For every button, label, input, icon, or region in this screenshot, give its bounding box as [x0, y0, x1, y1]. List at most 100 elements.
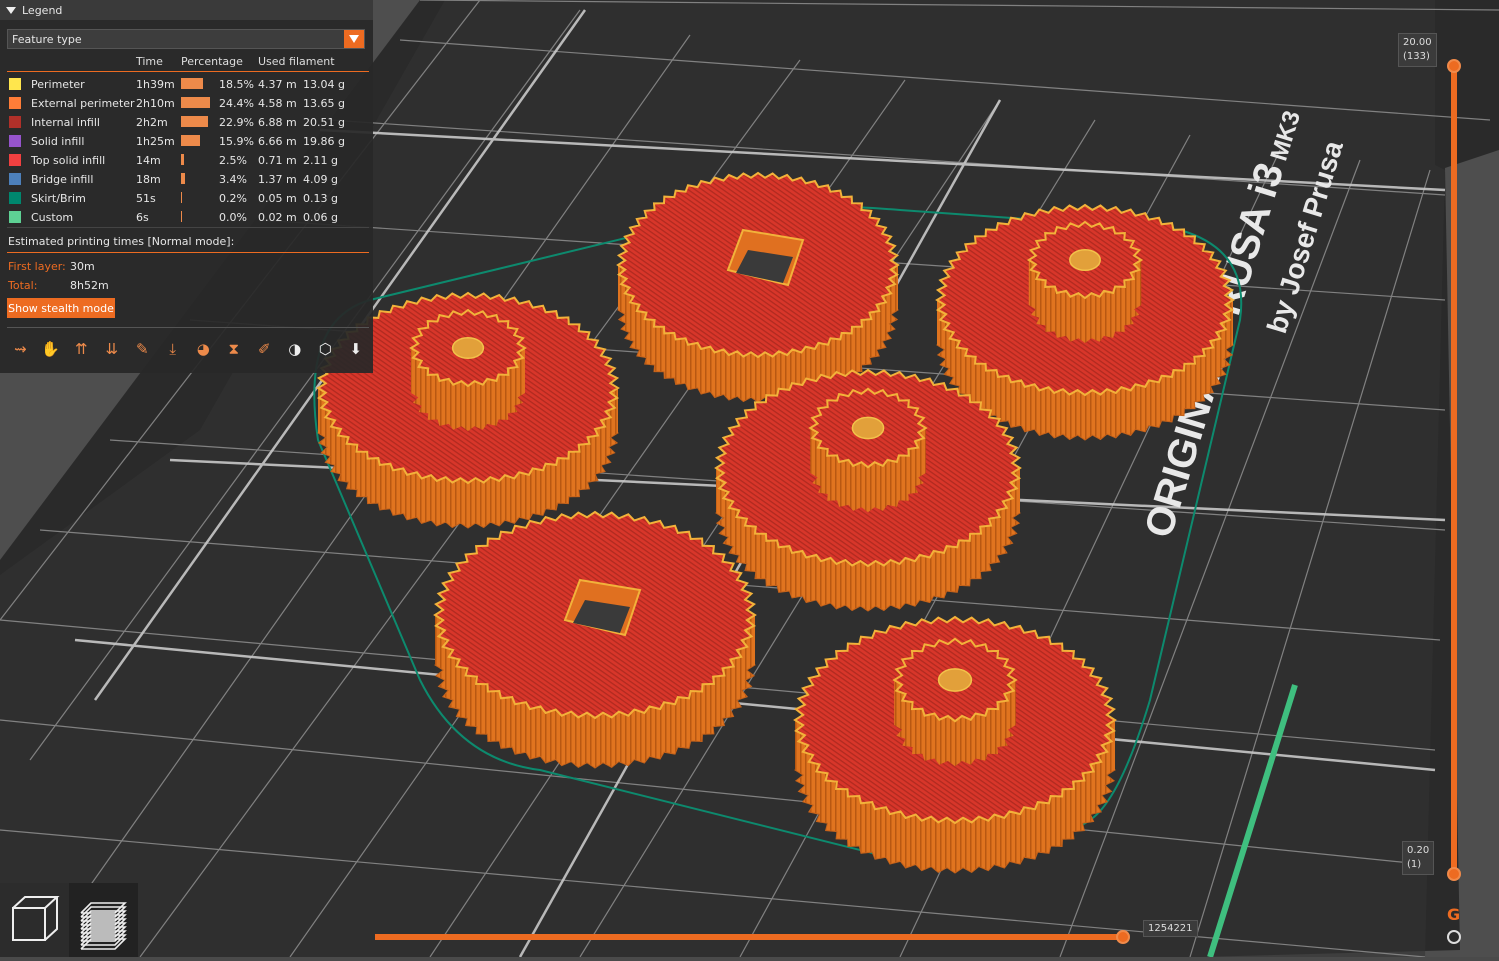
custom-gcode-icon[interactable]: ✐ — [249, 336, 280, 362]
layer-bottom-value: 0.20 — [1407, 845, 1430, 856]
view-type-select[interactable]: Feature type — [7, 29, 365, 49]
feature-name: Solid infill — [31, 135, 85, 148]
layer-top-value: 20.00 — [1403, 37, 1432, 48]
feature-percent: 18.5% — [219, 78, 254, 91]
feature-time: 51s — [136, 192, 156, 205]
feature-percent: 0.2% — [219, 192, 247, 205]
legend-row[interactable]: Internal infill 2h2m 22.9% 6.88 m 20.51 g — [0, 113, 373, 132]
color-swatch — [9, 154, 21, 166]
preview-layers-button[interactable] — [69, 883, 138, 957]
col-time: Time — [136, 55, 163, 68]
view-type-value: Feature type — [12, 32, 82, 46]
legend-row[interactable]: Custom 6s 0.0% 0.02 m 0.06 g — [0, 208, 373, 227]
legend-row[interactable]: Skirt/Brim 51s 0.2% 0.05 m 0.13 g — [0, 189, 373, 208]
estimated-separator — [7, 252, 369, 253]
feature-weight: 2.11 g — [303, 154, 338, 167]
layer-top-handle[interactable] — [1447, 59, 1461, 73]
feature-length: 6.88 m — [258, 116, 297, 129]
slider-tools: G — [1447, 905, 1461, 944]
svg-text:G: G — [1447, 905, 1460, 924]
feature-percent: 24.4% — [219, 97, 254, 110]
feature-weight: 0.13 g — [303, 192, 338, 205]
feature-name: Bridge infill — [31, 173, 94, 186]
gear-model — [714, 368, 1022, 612]
retractions-icon[interactable]: ⇈ — [66, 336, 97, 362]
percent-bar — [181, 78, 203, 89]
legend-options-toolbar: ⇝ ✋ ⇈ ⇊ ✎ ⤓ ◕ ⧗ ✐ ◑ ⬡ ⬇ — [5, 336, 371, 362]
layer-bottom-index: (1) — [1407, 859, 1422, 870]
shells-icon[interactable]: ⬡ — [310, 336, 341, 362]
cube-icon — [12, 896, 60, 941]
feature-name: Skirt/Brim — [31, 192, 86, 205]
feature-time: 2h10m — [136, 97, 175, 110]
legend-row[interactable]: Perimeter 1h39m 18.5% 4.37 m 13.04 g — [0, 75, 373, 94]
layer-top-label: 20.00 (133) — [1398, 33, 1437, 67]
show-stealth-mode-button[interactable]: Show stealth mode — [7, 298, 115, 318]
feature-percent: 2.5% — [219, 154, 247, 167]
gear-model — [793, 615, 1117, 874]
feature-time: 1h25m — [136, 135, 175, 148]
legend-title: Legend — [22, 3, 63, 17]
col-used-filament: Used filament — [258, 55, 335, 68]
percent-bar — [181, 211, 182, 222]
percent-bar — [181, 154, 184, 165]
feature-name: Internal infill — [31, 116, 100, 129]
legend-row[interactable]: External perimeter 2h10m 24.4% 4.58 m 13.65 … — [0, 94, 373, 113]
tool-marker-icon[interactable]: ⬇ — [341, 336, 372, 362]
color-changes-icon[interactable]: ◕ — [188, 336, 219, 362]
percent-bar — [181, 135, 200, 146]
feature-time: 18m — [136, 173, 161, 186]
feature-name: Custom — [31, 211, 74, 224]
feature-length: 0.71 m — [258, 154, 297, 167]
feature-length: 4.58 m — [258, 97, 297, 110]
feature-time: 2h2m — [136, 116, 168, 129]
first-layer-label: First layer: — [8, 260, 66, 273]
feature-weight: 19.86 g — [303, 135, 345, 148]
estimated-times-title: Estimated printing times [Normal mode]: — [8, 235, 235, 248]
legend-row[interactable]: Solid infill 1h25m 15.9% 6.66 m 19.86 g — [0, 132, 373, 151]
gcode-icon[interactable]: G — [1447, 905, 1460, 924]
total-label: Total: — [8, 279, 38, 292]
3d-view-button[interactable] — [0, 883, 69, 957]
feature-length: 0.02 m — [258, 211, 297, 224]
percent-bar — [181, 116, 209, 127]
feature-weight: 20.51 g — [303, 116, 345, 129]
feature-weight: 13.65 g — [303, 97, 345, 110]
feature-weight: 13.04 g — [303, 78, 345, 91]
layer-bottom-handle[interactable] — [1447, 867, 1461, 881]
seams-icon[interactable]: ✎ — [127, 336, 158, 362]
travel-icon[interactable]: ⇝ — [5, 336, 36, 362]
move-slider-value: 1254221 — [1143, 920, 1198, 937]
feature-name: Top solid infill — [31, 154, 106, 167]
color-swatch — [9, 211, 21, 223]
deretractions-icon[interactable]: ⇊ — [97, 336, 128, 362]
feature-percent: 3.4% — [219, 173, 247, 186]
legend-header[interactable]: Legend — [0, 0, 373, 20]
col-percentage: Percentage — [181, 55, 243, 68]
legend-row[interactable]: Bridge infill 18m 3.4% 1.37 m 4.09 g — [0, 170, 373, 189]
color-swatch — [9, 78, 21, 90]
move-slider-track[interactable] — [375, 934, 1125, 940]
cop-icon[interactable]: ◑ — [280, 336, 311, 362]
feature-length: 4.37 m — [258, 78, 297, 91]
color-swatch — [9, 116, 21, 128]
settings-cog-icon[interactable] — [1447, 930, 1461, 944]
wipe-icon[interactable]: ✋ — [36, 336, 67, 362]
dropdown-arrow-icon[interactable] — [344, 30, 364, 48]
layers-icon — [80, 902, 127, 950]
feature-weight: 0.06 g — [303, 211, 338, 224]
layer-top-index: (133) — [1403, 51, 1430, 62]
color-swatch — [9, 192, 21, 204]
percent-bar — [181, 192, 182, 203]
gear-model — [433, 510, 757, 769]
feature-length: 0.05 m — [258, 192, 297, 205]
feature-weight: 4.09 g — [303, 173, 338, 186]
tool-changes-icon[interactable]: ⤓ — [158, 336, 189, 362]
layer-slider-track[interactable] — [1451, 66, 1457, 874]
move-slider-handle[interactable] — [1116, 930, 1130, 944]
feature-time: 14m — [136, 154, 161, 167]
pause-icon[interactable]: ⧗ — [219, 336, 250, 362]
collapse-triangle-icon[interactable] — [6, 6, 16, 14]
total-value: 8h52m — [70, 279, 109, 292]
legend-row[interactable]: Top solid infill 14m 2.5% 0.71 m 2.11 g — [0, 151, 373, 170]
